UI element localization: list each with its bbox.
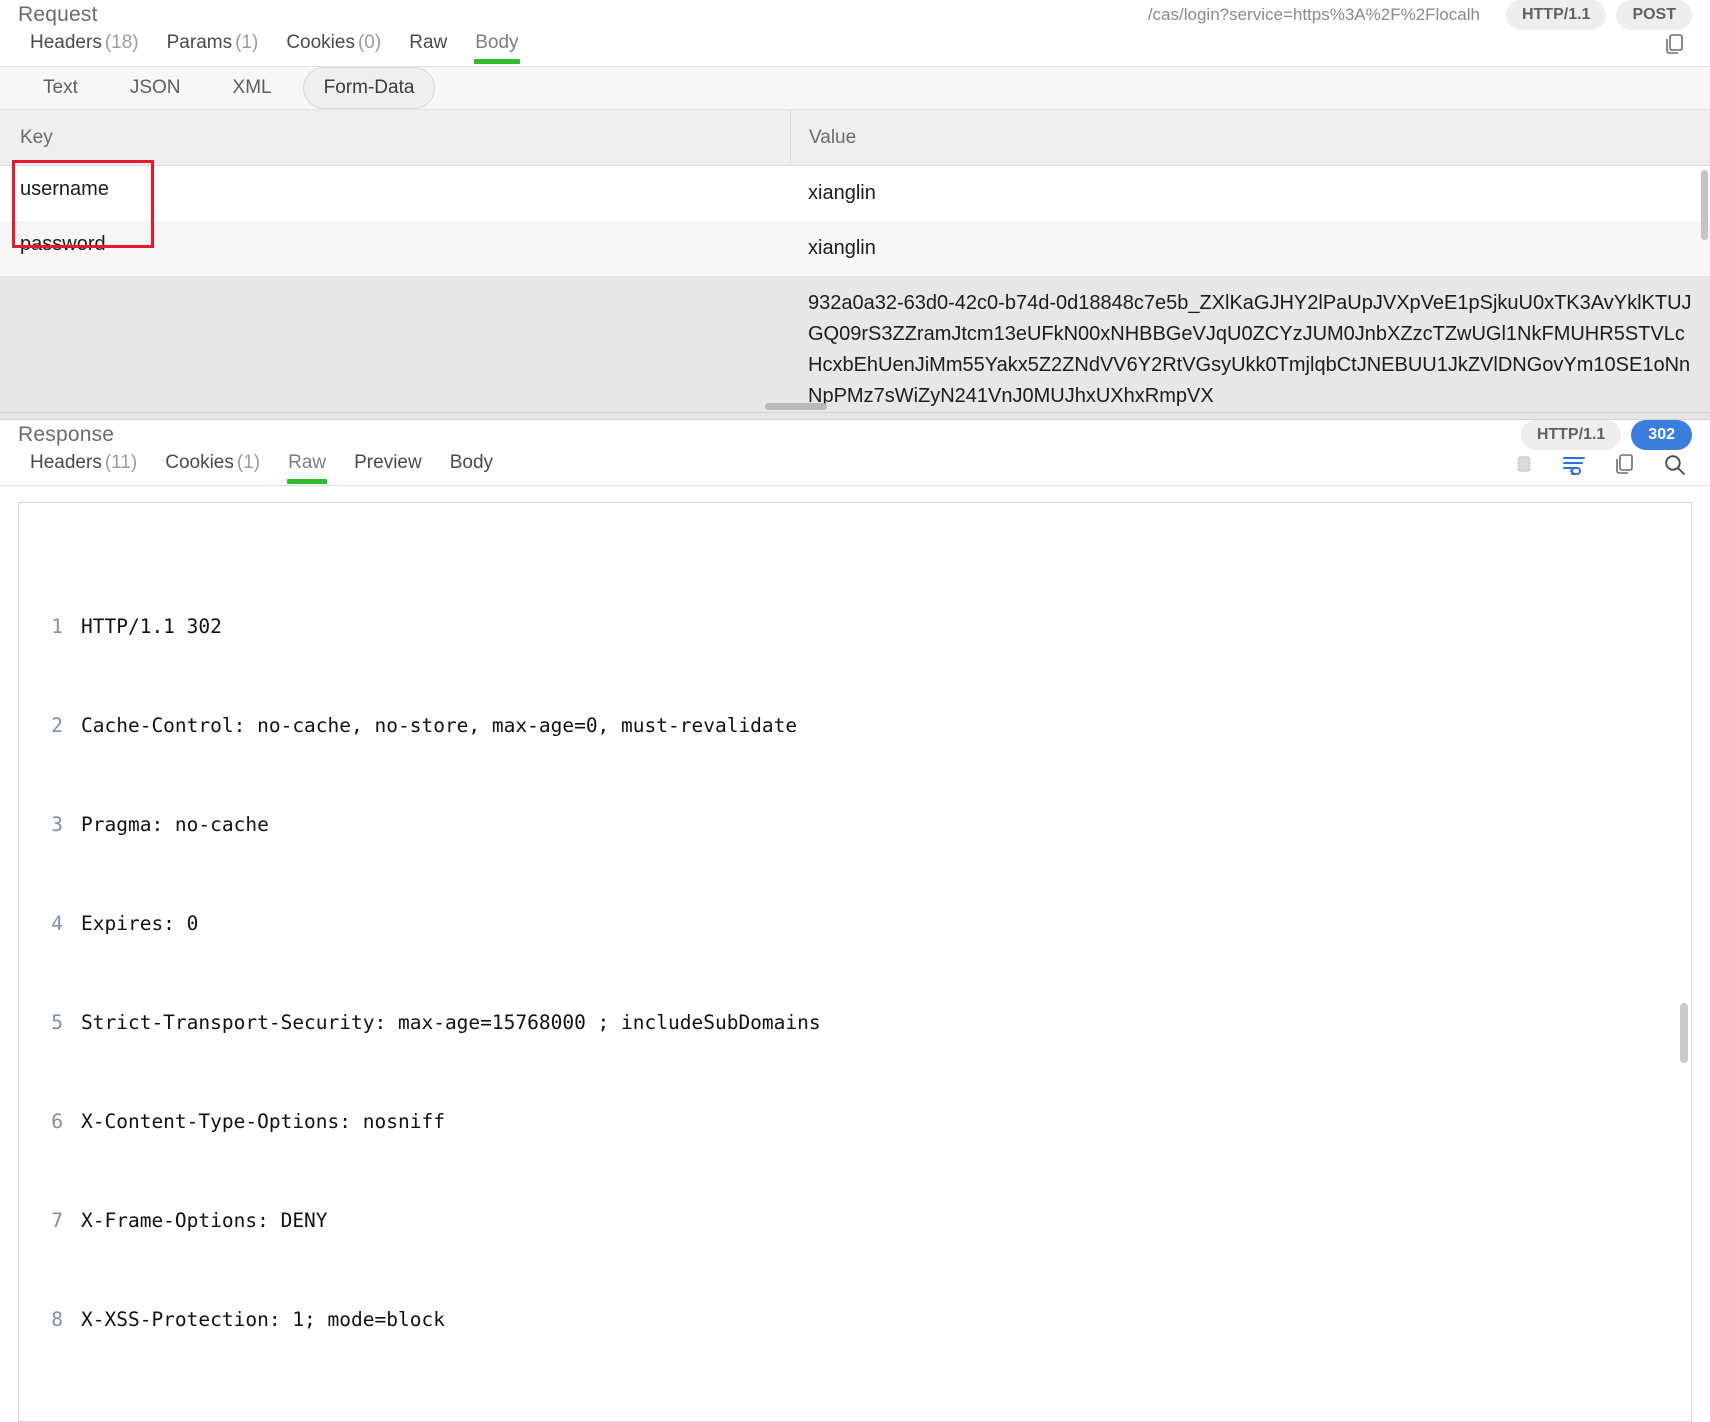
- response-tab-headers-count: (11): [104, 452, 138, 473]
- form-data-table: Key Value username xianglin password xia…: [0, 110, 1710, 412]
- response-tab-headers[interactable]: Headers (11): [16, 452, 151, 486]
- horizontal-scrollbar-thumb[interactable]: [765, 403, 827, 410]
- request-tab-raw[interactable]: Raw: [395, 32, 461, 66]
- format-tab-form-data[interactable]: Form-Data: [302, 67, 436, 109]
- line-number: 3: [51, 813, 63, 836]
- raw-line: 3 Pragma: no-cache: [19, 808, 1691, 841]
- copy-icon[interactable]: [1660, 30, 1688, 58]
- response-tab-cookies-count: (1): [236, 452, 261, 473]
- raw-line: 6 X-Content-Type-Options: nosniff: [19, 1105, 1691, 1138]
- raw-line: 7 X-Frame-Options: DENY: [19, 1204, 1691, 1237]
- row-key-token: [0, 276, 790, 322]
- form-data-table-header: Key Value: [0, 110, 1710, 166]
- raw-line: 8 X-XSS-Protection: 1; mode=block: [19, 1303, 1691, 1336]
- response-tabbar: Headers (11) Cookies (1) Raw Preview Body: [0, 450, 1710, 486]
- line-number: 6: [51, 1110, 63, 1133]
- request-protocol-badge: HTTP/1.1: [1505, 0, 1607, 30]
- request-tab-params-label: Params: [166, 32, 233, 53]
- column-header-value: Value: [790, 110, 1710, 165]
- line-text: X-Frame-Options: DENY: [81, 1209, 328, 1232]
- response-protocol-badge: HTTP/1.1: [1520, 420, 1622, 450]
- pane-splitter[interactable]: [0, 412, 1710, 420]
- line-text: X-Content-Type-Options: nosniff: [81, 1110, 445, 1133]
- request-tab-params-count: (1): [235, 32, 259, 53]
- request-tab-cookies-label: Cookies: [286, 32, 355, 53]
- table-row[interactable]: username xianglin: [0, 166, 1710, 221]
- raw-line: 1 HTTP/1.1 302: [19, 610, 1691, 643]
- line-number: 2: [51, 714, 63, 737]
- request-tab-body-label: Body: [475, 32, 519, 53]
- response-tab-actions: [1510, 450, 1694, 486]
- column-header-key: Key: [20, 126, 53, 148]
- request-tabbar: Headers (18) Params (1) Cookies (0) Raw Bod…: [0, 30, 1710, 66]
- http-inspector: Request /cas/login?service=https%3A%2F%2…: [0, 0, 1710, 1422]
- format-tab-xml[interactable]: XML: [212, 67, 293, 109]
- response-header: Response HTTP/1.1 302: [0, 420, 1710, 450]
- raw-line: 2 Cache-Control: no-cache, no-store, max-…: [19, 709, 1691, 742]
- request-tab-headers-label: Headers: [30, 32, 102, 53]
- raw-line: 4 Expires: 0: [19, 907, 1691, 940]
- line-text: Pragma: no-cache: [81, 813, 269, 836]
- row-value-username: xianglin: [808, 182, 876, 204]
- response-tab-cookies-label: Cookies: [165, 452, 234, 473]
- line-text: Strict-Transport-Security: max-age=15768…: [81, 1011, 821, 1034]
- form-data-rows-viewport: username xianglin password xianglin 932a…: [0, 166, 1710, 412]
- line-number: 8: [51, 1308, 63, 1331]
- line-number: 5: [51, 1011, 63, 1034]
- request-body-format-tabs: Text JSON XML Form-Data: [0, 66, 1710, 110]
- row-key-password: password: [20, 233, 106, 255]
- line-text: X-XSS-Protection: 1; mode=block: [81, 1308, 445, 1331]
- request-title: Request: [18, 3, 98, 26]
- request-tab-actions: [1660, 30, 1694, 66]
- response-raw-viewport[interactable]: 1 HTTP/1.1 302 2 Cache-Control: no-cache, …: [18, 502, 1692, 1422]
- request-tab-cookies-count: (0): [357, 32, 382, 53]
- request-tab-params[interactable]: Params (1): [153, 32, 273, 66]
- table-row[interactable]: 932a0a32-63d0-42c0-b74d-0d18848c7e5b_ZXl…: [0, 276, 1710, 412]
- response-tab-preview[interactable]: Preview: [340, 452, 436, 486]
- response-tab-raw[interactable]: Raw: [274, 452, 340, 486]
- request-tab-raw-label: Raw: [409, 32, 448, 53]
- chip-icon[interactable]: [1510, 450, 1538, 478]
- line-number: 4: [51, 912, 63, 935]
- table-row[interactable]: password xianglin: [0, 221, 1710, 276]
- format-tab-text[interactable]: Text: [22, 67, 99, 109]
- line-text: Expires: 0: [81, 912, 199, 935]
- request-url: /cas/login?service=https%3A%2F%2Flocalh: [1147, 5, 1480, 24]
- response-tab-body[interactable]: Body: [436, 452, 507, 486]
- response-tab-preview-label: Preview: [354, 452, 422, 473]
- row-key-username: username: [20, 178, 109, 200]
- row-value-token: 932a0a32-63d0-42c0-b74d-0d18848c7e5b_ZXl…: [808, 292, 1692, 407]
- response-tab-raw-label: Raw: [288, 452, 327, 473]
- line-number: 7: [51, 1209, 63, 1232]
- request-header: Request /cas/login?service=https%3A%2F%2…: [0, 0, 1710, 30]
- search-icon[interactable]: [1660, 450, 1688, 478]
- request-tab-headers-count: (18): [104, 32, 139, 53]
- row-value-password: xianglin: [808, 237, 876, 259]
- request-tab-body[interactable]: Body: [461, 32, 532, 66]
- raw-line: 5 Strict-Transport-Security: max-age=1576…: [19, 1006, 1691, 1039]
- response-tab-body-label: Body: [449, 452, 494, 473]
- line-text: HTTP/1.1 302: [81, 615, 222, 638]
- response-tab-cookies[interactable]: Cookies (1): [151, 452, 274, 486]
- line-text: Cache-Control: no-cache, no-store, max-a…: [81, 714, 798, 737]
- status-badge: 302: [1631, 420, 1692, 450]
- response-tab-headers-label: Headers: [30, 452, 102, 473]
- word-wrap-icon[interactable]: [1560, 450, 1588, 478]
- line-number: 1: [51, 615, 63, 638]
- vertical-scrollbar-thumb[interactable]: [1701, 170, 1708, 240]
- format-tab-json[interactable]: JSON: [109, 67, 202, 109]
- response-vertical-scrollbar-thumb[interactable]: [1680, 1003, 1688, 1063]
- request-method-badge: POST: [1616, 0, 1692, 30]
- response-title: Response: [18, 423, 115, 446]
- response-raw-lines: 1 HTTP/1.1 302 2 Cache-Control: no-cache, …: [19, 503, 1691, 1421]
- request-tab-cookies[interactable]: Cookies (0): [272, 32, 395, 66]
- copy-icon[interactable]: [1610, 450, 1638, 478]
- request-tab-headers[interactable]: Headers (18): [16, 32, 153, 66]
